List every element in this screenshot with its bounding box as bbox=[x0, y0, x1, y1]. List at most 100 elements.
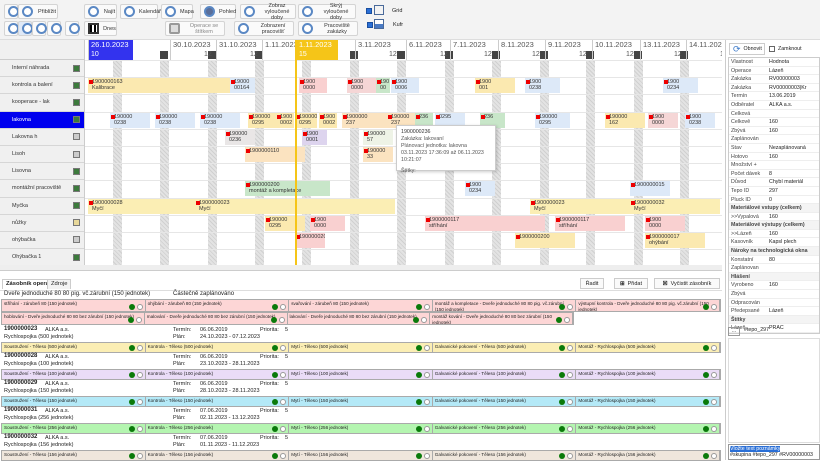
stack-order[interactable]: 1900000023 ALKA a.s. Rychlospojka (500 jed… bbox=[0, 326, 722, 353]
resource-row[interactable]: Lisovna bbox=[0, 163, 84, 181]
gantt-operation-bar[interactable]: 1900000117 stříhání bbox=[425, 215, 545, 231]
gantt-operation-bar[interactable]: 190000 0236 bbox=[225, 129, 255, 145]
stack-operation[interactable]: Soustružení - Těleso (100 jednotek) bbox=[2, 370, 146, 379]
stack-order[interactable]: 1900000029 ALKA a.s. Rychlospojka (150 jed… bbox=[0, 380, 722, 407]
stack-operation[interactable]: Kontrola - Těleso (100 jednotek) bbox=[146, 370, 290, 379]
stack-operation[interactable]: Galvanické pokovení - Těleso (100 jednot… bbox=[433, 370, 577, 379]
stack-operation[interactable]: Soustružení - Těleso (150 jednotek) bbox=[2, 397, 146, 406]
resource-row[interactable]: kooperace - lak bbox=[0, 94, 84, 112]
stack-operation[interactable]: Galvanické pokovení - Těleso (150 jednot… bbox=[433, 397, 577, 406]
property-row[interactable]: Předepsané Lázeň bbox=[729, 307, 819, 316]
zoom-out-button[interactable] bbox=[4, 4, 19, 19]
resource-row[interactable]: Myčka bbox=[0, 198, 84, 215]
calendar-button[interactable]: Kalendář bbox=[120, 4, 161, 19]
timeline-day[interactable]: 10.11.2023 12 bbox=[592, 40, 634, 60]
map-button[interactable]: Mapa bbox=[161, 4, 194, 19]
gantt-operation-bar[interactable]: 1900 0001 bbox=[302, 129, 327, 145]
property-row[interactable]: Celková bbox=[729, 110, 819, 119]
stack-operation[interactable]: Kontrola - Těleso (256 jednotek) bbox=[146, 424, 290, 433]
gantt-operation-bar[interactable]: 1900 0238 bbox=[525, 78, 560, 94]
gantt-operation-bar[interactable]: 190000 0295 bbox=[295, 112, 317, 128]
stack-operation[interactable]: montáž a kompletace - Dveře jednoduché 8… bbox=[433, 300, 577, 311]
show-excluded-button[interactable]: Zobraz vyloučené doby bbox=[240, 3, 296, 21]
zoom-day-button[interactable] bbox=[18, 21, 33, 36]
stack-operation[interactable]: Mytí - Těleso (150 jednotek) bbox=[289, 397, 433, 406]
timeline-day[interactable]: 8.11.2023 12 bbox=[498, 40, 540, 60]
lock-checkbox[interactable] bbox=[769, 46, 775, 52]
gantt-operation-bar[interactable]: 190 00 bbox=[376, 78, 390, 94]
timeline-day[interactable]: 30.10.2023 12 bbox=[170, 40, 212, 60]
property-row[interactable]: Materiálové vstupy (celkem) bbox=[729, 204, 819, 213]
stack-operation[interactable]: Kontrola - Těleso (500 jednotek) bbox=[146, 343, 290, 352]
gantt-operation-bar[interactable]: 190000 33 bbox=[363, 147, 393, 162]
property-row[interactable]: Zaplánovan bbox=[729, 264, 819, 273]
stack-operation[interactable]: Montáž - Rychlospojka (150 jednotek) bbox=[576, 397, 720, 406]
stack-operation[interactable]: Kontrola - Těleso (150 jednotek) bbox=[146, 397, 290, 406]
grid-checkbox[interactable] bbox=[366, 8, 372, 14]
gantt-operation-bar[interactable]: 19000 00164 bbox=[230, 78, 255, 94]
gantt-operation-bar[interactable]: 1900000017 ohýbání bbox=[645, 233, 705, 248]
property-row[interactable]: Hotovo 160 bbox=[729, 153, 819, 162]
gantt-operation-bar[interactable]: 1900000117 stříhání bbox=[555, 215, 625, 231]
gantt-operation-bar[interactable]: 1900000 237 bbox=[342, 112, 387, 128]
timeline-day[interactable]: 1.11.2023 15 bbox=[296, 40, 338, 60]
timeline-day[interactable]: 9.11.2023 12 bbox=[545, 40, 587, 60]
gantt-operation-bar[interactable]: 1900 0234 bbox=[465, 181, 495, 197]
stack-operation[interactable]: Mytí - Těleso (100 jednotek) bbox=[289, 370, 433, 379]
zoom-month-button[interactable] bbox=[47, 21, 62, 36]
zoom-week-button[interactable] bbox=[32, 21, 47, 36]
property-row[interactable]: Stav Nezaplánovaná bbox=[729, 144, 819, 153]
stack-operation[interactable]: Montáž - Rychlospojka (156 jednotek) bbox=[576, 451, 720, 460]
property-row[interactable]: Počet dávek 8 bbox=[729, 170, 819, 179]
gantt-operation-bar[interactable]: 1900 0006 bbox=[391, 78, 419, 94]
gantt-operation-bar[interactable]: 1900 0002 bbox=[319, 112, 337, 128]
gantt-operation-bar[interactable]: 1900 0234 bbox=[663, 78, 698, 94]
stack-operation[interactable]: Soustružení - Těleso (256 jednotek) bbox=[2, 424, 146, 433]
resource-row[interactable]: nůžky bbox=[0, 215, 84, 232]
gantt-operation-bar[interactable]: 1900000200 montáž a kompletace bbox=[245, 181, 330, 197]
timeline-day[interactable]: 26.10.2023 10 bbox=[88, 40, 133, 60]
stack-operation[interactable]: Galvanické pokovení - Těleso (256 jednot… bbox=[433, 424, 577, 433]
property-row[interactable]: Pluck ID 0 bbox=[729, 196, 819, 205]
resource-row[interactable]: montážní pracoviště bbox=[0, 180, 84, 198]
stack-order[interactable]: 1900000031 ALKA a.s. Rychlospojka (256 jed… bbox=[0, 407, 722, 434]
stack-operation[interactable]: stříhání - zárubeň 80 (150 jednotek) bbox=[2, 300, 146, 311]
gantt-operation-bar[interactable]: 1900 001 bbox=[475, 78, 515, 94]
gantt-operation-bar[interactable]: 190000 0295 bbox=[265, 215, 305, 231]
gantt-operation-bar[interactable]: 1900 0000 bbox=[645, 215, 685, 231]
gantt-operation-bar[interactable]: 190000 57 bbox=[363, 129, 393, 145]
zoom-hour-button[interactable] bbox=[4, 21, 19, 36]
property-row[interactable]: Zaplánován bbox=[729, 135, 819, 144]
resource-row[interactable]: Lisoh bbox=[0, 146, 84, 164]
timeline-day[interactable]: 6.11.2023 12 bbox=[406, 40, 448, 60]
ops-with-label-button[interactable]: Operace se štítkem bbox=[165, 21, 225, 36]
stack-operation[interactable]: malování - Dveře jednoduché 80 80 bez zá… bbox=[145, 313, 288, 324]
show-workplaces-button[interactable]: Zobrazení pracovišť bbox=[234, 21, 294, 36]
timeline-day[interactable]: 13.11.2023 12 bbox=[640, 40, 682, 60]
property-row[interactable]: Zakázka RV00000003|Kr bbox=[729, 84, 819, 93]
timeline-day[interactable]: 7.11.2023 12 bbox=[450, 40, 492, 60]
stack-operation[interactable]: hoblování - Dveře jednoduché 80 80 bez z… bbox=[2, 313, 145, 324]
property-row[interactable]: Nároky na technologická okna bbox=[729, 247, 819, 256]
stack-operation[interactable]: výstupní kontrola - Dveře jednoduché 80 … bbox=[576, 300, 720, 311]
gantt-operation-bar[interactable]: 190000 0238 bbox=[200, 112, 240, 128]
add-button[interactable]: ⊞ Přidat bbox=[614, 278, 648, 289]
today-button[interactable]: Dnes bbox=[84, 21, 117, 36]
property-row[interactable]: Vlastnost Hodnota bbox=[729, 58, 819, 67]
cursor-checkbox[interactable] bbox=[367, 22, 373, 28]
stack-operation[interactable]: ohýbání - zárubeň 80 (150 jednotek) bbox=[146, 300, 290, 311]
stack-operation[interactable]: svařování - zárubeň 80 (150 jednotek) bbox=[289, 300, 433, 311]
gantt-operation-bar[interactable]: 1900000023 Myčí bbox=[530, 198, 630, 214]
stack-operation[interactable]: Mytí - Těleso (500 jednotek) bbox=[289, 343, 433, 352]
order-list[interactable]: Dveře jednoduché 80 80 pig. vč.zárubní (… bbox=[0, 290, 722, 461]
gantt-operation-bar[interactable]: 1900000032 Myčí bbox=[630, 198, 720, 214]
stack-operation[interactable]: Montáž - Rychlospojka (100 jednotek) bbox=[576, 370, 720, 379]
stack-operation[interactable]: lakování - Dveře jednoduché 80 80 bez zá… bbox=[288, 313, 431, 324]
zoom-fit-button[interactable] bbox=[65, 21, 80, 36]
property-row[interactable]: Termín 13.06.2019 bbox=[729, 92, 819, 101]
stack-operation[interactable]: Galvanické pokovení - Těleso (500 jednot… bbox=[433, 343, 577, 352]
clear-stack-button[interactable]: ☒ Vyčistit zásobník bbox=[654, 278, 720, 289]
gantt-operation-bar[interactable]: 1900000163 Kalibrace bbox=[88, 78, 238, 94]
resource-row[interactable]: Interní náhrada bbox=[0, 60, 84, 78]
gantt-operation-bar[interactable]: 1900000015 bbox=[630, 181, 670, 197]
